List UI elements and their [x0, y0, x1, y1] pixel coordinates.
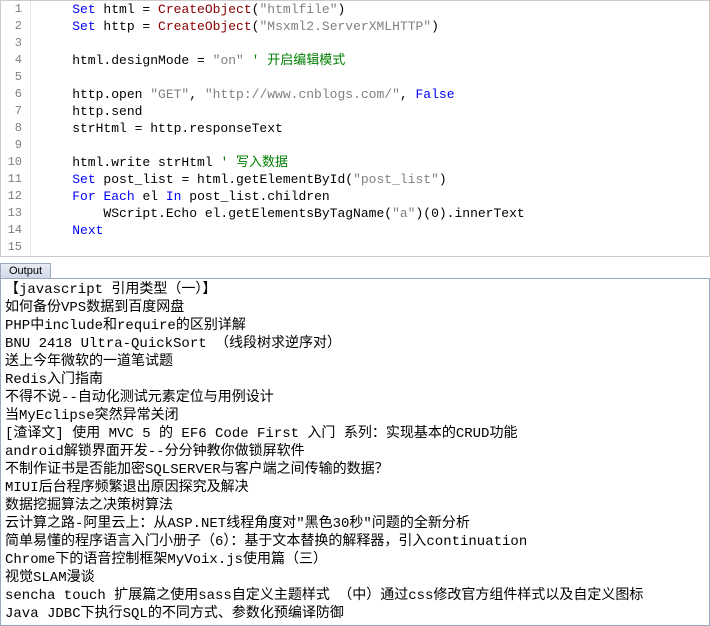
- code-content[interactable]: strHtml = http.responseText: [31, 120, 283, 137]
- code-line[interactable]: 12 For Each el In post_list.children: [1, 188, 709, 205]
- output-line: BNU 2418 Ultra-QuickSort （线段树求逆序对）: [5, 335, 705, 353]
- line-number: 8: [1, 120, 31, 137]
- line-number: 9: [1, 137, 31, 154]
- code-line[interactable]: 15: [1, 239, 709, 256]
- code-line[interactable]: 2 Set http = CreateObject("Msxml2.Server…: [1, 18, 709, 35]
- code-line[interactable]: 10 html.write strHtml ' 写入数据: [1, 154, 709, 171]
- line-number: 11: [1, 171, 31, 188]
- output-line: Redis入门指南: [5, 371, 705, 389]
- code-line[interactable]: 4 html.designMode = "on" ' 开启编辑模式: [1, 52, 709, 69]
- output-panel: Output 【javascript 引用类型（一）】如何备份VPS数据到百度网…: [0, 263, 710, 626]
- code-line[interactable]: 9: [1, 137, 709, 154]
- output-line: PHP中include和require的区别详解: [5, 317, 705, 335]
- line-number: 5: [1, 69, 31, 86]
- code-content[interactable]: Set post_list = html.getElementById("pos…: [31, 171, 447, 188]
- code-content[interactable]: WScript.Echo el.getElementsByTagName("a"…: [31, 205, 525, 222]
- code-content[interactable]: [31, 137, 49, 154]
- code-line[interactable]: 14 Next: [1, 222, 709, 239]
- output-body[interactable]: 【javascript 引用类型（一）】如何备份VPS数据到百度网盘PHP中in…: [0, 278, 710, 626]
- output-line: Java JDBC下执行SQL的不同方式、参数化预编译防御: [5, 605, 705, 623]
- line-number: 1: [1, 1, 31, 18]
- code-line[interactable]: 3: [1, 35, 709, 52]
- code-line[interactable]: 8 strHtml = http.responseText: [1, 120, 709, 137]
- code-content[interactable]: Next: [31, 222, 103, 239]
- output-line: android解锁界面开发--分分钟教你做锁屏软件: [5, 443, 705, 461]
- output-line: 送上今年微软的一道笔试题: [5, 353, 705, 371]
- output-line: 【javascript 引用类型（一）】: [5, 281, 705, 299]
- code-content[interactable]: [31, 69, 49, 86]
- code-content[interactable]: html.designMode = "on" ' 开启编辑模式: [31, 52, 345, 69]
- line-number: 4: [1, 52, 31, 69]
- output-line: MIUI后台程序频繁退出原因探究及解决: [5, 479, 705, 497]
- line-number: 7: [1, 103, 31, 120]
- output-tab[interactable]: Output: [0, 263, 51, 278]
- code-content[interactable]: http.send: [31, 103, 142, 120]
- code-line[interactable]: 7 http.send: [1, 103, 709, 120]
- line-number: 2: [1, 18, 31, 35]
- code-line[interactable]: 1 Set html = CreateObject("htmlfile"): [1, 1, 709, 18]
- code-line[interactable]: 5: [1, 69, 709, 86]
- code-content[interactable]: http.open "GET", "http://www.cnblogs.com…: [31, 86, 455, 103]
- line-number: 10: [1, 154, 31, 171]
- output-line: 不制作证书是否能加密SQLSERVER与客户端之间传输的数据？: [5, 461, 705, 479]
- output-line: 简单易懂的程序语言入门小册子（6）：基于文本替换的解释器，引入continuat…: [5, 533, 705, 551]
- output-line: sencha touch 扩展篇之使用sass自定义主题样式 （中）通过css修…: [5, 587, 705, 605]
- line-number: 14: [1, 222, 31, 239]
- line-number: 3: [1, 35, 31, 52]
- output-line: 视觉SLAM漫谈: [5, 569, 705, 587]
- output-line: 当MyEclipse突然异常关闭: [5, 407, 705, 425]
- code-editor[interactable]: 1 Set html = CreateObject("htmlfile")2 S…: [0, 0, 710, 257]
- output-line: Chrome下的语音控制框架MyVoix.js使用篇（三）: [5, 551, 705, 569]
- code-line[interactable]: 13 WScript.Echo el.getElementsByTagName(…: [1, 205, 709, 222]
- code-content[interactable]: Set html = CreateObject("htmlfile"): [31, 1, 345, 18]
- line-number: 12: [1, 188, 31, 205]
- output-line: 不得不说--自动化测试元素定位与用例设计: [5, 389, 705, 407]
- code-line[interactable]: 11 Set post_list = html.getElementById("…: [1, 171, 709, 188]
- code-content[interactable]: For Each el In post_list.children: [31, 188, 330, 205]
- line-number: 15: [1, 239, 31, 256]
- output-line: [渣译文] 使用 MVC 5 的 EF6 Code First 入门 系列：实现…: [5, 425, 705, 443]
- output-line: 数据挖掘算法之决策树算法: [5, 497, 705, 515]
- output-line: 如何备份VPS数据到百度网盘: [5, 299, 705, 317]
- code-content[interactable]: [31, 239, 49, 256]
- code-content[interactable]: html.write strHtml ' 写入数据: [31, 154, 288, 171]
- line-number: 13: [1, 205, 31, 222]
- line-number: 6: [1, 86, 31, 103]
- code-content[interactable]: Set http = CreateObject("Msxml2.ServerXM…: [31, 18, 439, 35]
- code-content[interactable]: [31, 35, 49, 52]
- code-line[interactable]: 6 http.open "GET", "http://www.cnblogs.c…: [1, 86, 709, 103]
- output-line: 云计算之路-阿里云上：从ASP.NET线程角度对"黑色30秒"问题的全新分析: [5, 515, 705, 533]
